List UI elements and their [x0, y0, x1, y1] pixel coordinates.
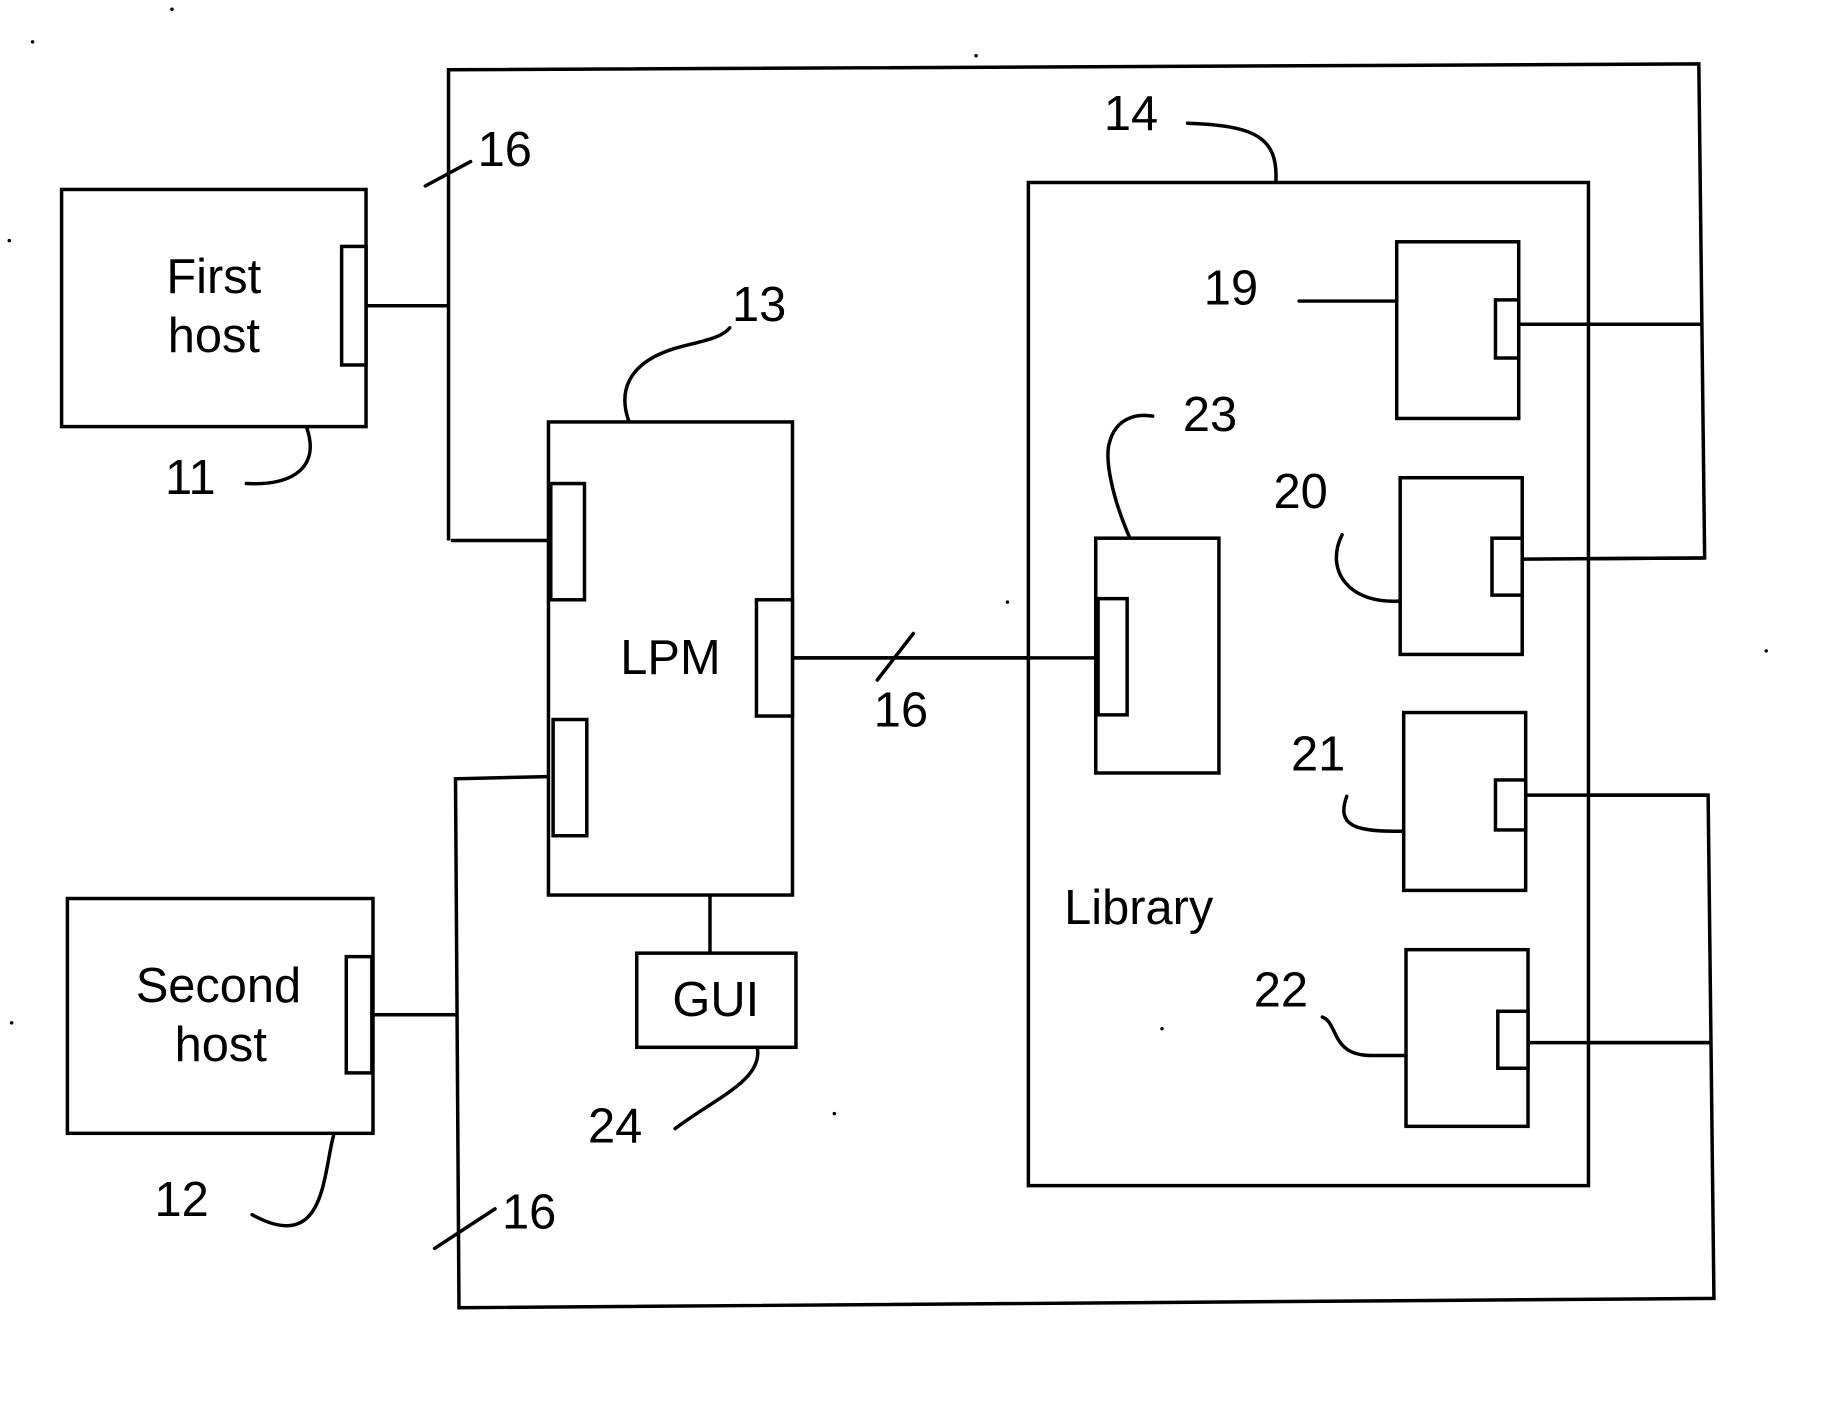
top-bus-ref: 16	[478, 123, 532, 177]
drive-20[interactable]	[1398, 475, 1524, 657]
storage-network-diagram: First host 11 Second host 12 LPM 13 GUI …	[7, 7, 1768, 1310]
second-host-ref: 12	[155, 1173, 209, 1227]
drive-20-ref: 20	[1274, 465, 1328, 519]
gui[interactable]: GUI	[635, 951, 798, 1050]
second-host-label-line2: host	[175, 1018, 268, 1072]
scan-speck	[7, 238, 12, 243]
scan-speck	[9, 1021, 14, 1025]
middle-bus-ref: 16	[874, 683, 928, 737]
lpm-label: LPM	[620, 631, 720, 685]
second-host-ref-leader	[250, 1133, 336, 1228]
first-host-ref: 11	[165, 451, 216, 505]
drive-21[interactable]	[1401, 710, 1528, 893]
bottom-bus-ref: 16	[502, 1186, 556, 1240]
scan-speck	[1005, 600, 1010, 604]
gui-label: GUI	[672, 973, 759, 1027]
drive-20-port	[1490, 536, 1524, 597]
gui-ref: 24	[588, 1100, 642, 1154]
drive-19[interactable]	[1394, 240, 1521, 421]
gui-ref-leader	[673, 1047, 760, 1131]
library-controller[interactable]	[1094, 536, 1221, 775]
lpm-upper-port	[549, 481, 587, 602]
first-host[interactable]: First host	[59, 187, 368, 429]
scan-speck	[832, 1111, 837, 1116]
lpm-ref-leader	[623, 326, 732, 423]
drive-21-ref: 21	[1291, 728, 1345, 782]
scan-speck	[974, 54, 978, 58]
second-host-box[interactable]	[65, 896, 375, 1136]
scan-speck	[30, 40, 35, 44]
lpm-right-port	[754, 598, 795, 718]
library-label: Library	[1064, 881, 1214, 935]
first-host-label-line2: host	[168, 309, 261, 363]
lpm[interactable]: LPM	[546, 420, 795, 897]
library-ref-leader	[1185, 121, 1278, 184]
drive-21-port	[1493, 778, 1528, 832]
second-host-label-line1: Second	[136, 959, 301, 1013]
drive-22-ref: 22	[1254, 964, 1308, 1018]
second-host-port	[344, 954, 374, 1075]
drive-22-port	[1496, 1009, 1530, 1070]
lpm-lower-port	[551, 717, 589, 838]
library-controller-ref: 23	[1183, 388, 1237, 442]
scan-speck	[170, 7, 174, 12]
first-host-ref-leader	[244, 426, 312, 486]
drive-22[interactable]	[1404, 947, 1530, 1129]
library-controller-port	[1096, 596, 1129, 717]
first-host-label-line1: First	[166, 250, 261, 304]
second-host[interactable]: Second host	[65, 896, 375, 1136]
bottom-bus-tick	[432, 1207, 497, 1251]
drive-19-port	[1493, 298, 1521, 360]
scan-speck	[1160, 1026, 1164, 1031]
lpm-ref: 13	[732, 278, 786, 332]
drive-19-ref: 19	[1204, 262, 1258, 316]
first-host-box[interactable]	[59, 187, 368, 429]
first-host-port	[339, 244, 368, 367]
library-ref: 14	[1104, 87, 1158, 141]
scan-speck	[1764, 649, 1768, 653]
drive-20-link	[1522, 556, 1705, 561]
